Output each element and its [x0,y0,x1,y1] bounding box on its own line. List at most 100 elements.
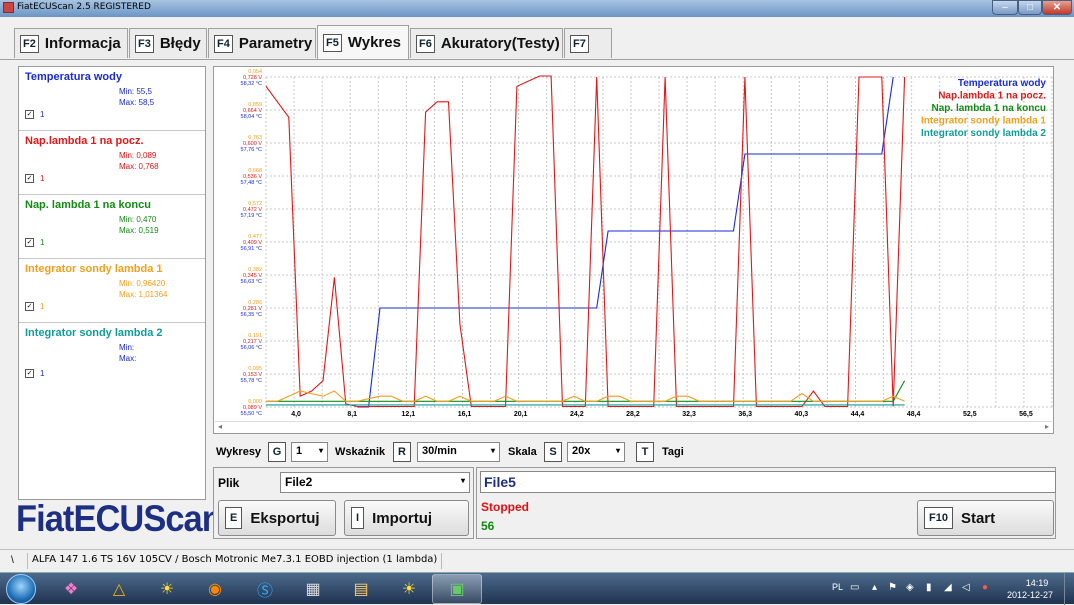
tab-key: F7 [570,34,589,53]
line-chart: 0,9540,728 V58,32 °C0,8590,664 V58,04 °C… [241,69,1053,418]
y-tick-temp: 57,48 °C [241,180,262,186]
sensor-checkbox[interactable]: ✓ [25,238,34,247]
explorer-icon[interactable]: ▤ [336,574,386,604]
tab-f7[interactable]: F7 [564,28,612,58]
tab-bledy[interactable]: F3 Błędy [129,28,207,58]
y-tick-temp: 56,91 °C [241,246,262,252]
maximize-button[interactable]: □ [1018,0,1042,15]
y-tick-temp: 57,19 °C [241,213,262,219]
wykresy-key[interactable]: G [268,442,286,462]
x-tick-label: 40,3 [795,411,809,418]
tagi-label[interactable]: Tagi [662,446,684,458]
sensor-name: Integrator sondy lambda 1 [25,263,163,275]
start-button[interactable] [6,574,36,604]
close-button[interactable]: ✕ [1042,0,1072,15]
file-name-field[interactable]: File5 [480,471,1056,493]
sensor-item: Nap. lambda 1 na koncu Min: 0,470 Max: 0… [19,195,205,259]
tagi-key[interactable]: T [636,442,654,462]
sensor-number: 1 [40,369,45,378]
legend-entry: Temperatura wody [958,78,1047,89]
firefox-icon[interactable]: ◉ [190,574,240,604]
skala-key[interactable]: S [544,442,562,462]
sensor-min: Min: 0,470 [119,215,157,224]
tab-key: F4 [214,34,233,53]
app-logo: FiatECUScan [16,498,223,539]
volume-icon[interactable]: ◁ [962,582,970,593]
tab-key: F5 [323,33,342,52]
flag-icon[interactable]: ⚑ [888,582,897,593]
import-key: I [351,507,365,529]
clock-date[interactable]: 2012-12-27 [1007,590,1053,600]
tab-informacja[interactable]: F2 Informacja [14,28,128,58]
statusbar-backslash: \ [11,555,14,566]
y-tick-temp: 55,78 °C [241,378,262,384]
sensor-item: Integrator sondy lambda 2 Min: Max: ✓ 1 [19,323,205,387]
show-desktop-button[interactable] [1064,573,1074,605]
x-tick-label: 24,2 [570,411,584,418]
scroll-left-icon[interactable]: ◂ [218,422,222,431]
x-tick-label: 8,1 [347,411,357,418]
sensor-checkbox[interactable]: ✓ [25,174,34,183]
start-button[interactable]: F10 Start [917,500,1054,536]
sensor-name: Temperatura wody [25,71,122,83]
sun-app-icon[interactable]: ☀ [142,574,192,604]
sensor-name: Nap. lambda 1 na koncu [25,199,151,211]
wskaznik-key[interactable]: R [393,442,411,462]
x-tick-label: 36,3 [738,411,752,418]
tab-label: Akuratory(Testy) [440,35,560,52]
media-app-icon[interactable]: ❖ [46,574,96,604]
sensor-checkbox[interactable]: ✓ [25,369,34,378]
sensor-checkbox[interactable]: ✓ [25,110,34,119]
fiatecuscan-taskbar-icon[interactable]: ▣ [432,574,482,604]
sensor-max: Max: 0,768 [119,162,159,171]
network-icon[interactable]: ◈ [906,582,914,593]
wskaznik-select[interactable]: 30/min ▾ [417,442,500,462]
plik-select[interactable]: File2 ▾ [280,472,470,493]
warning-app-icon[interactable]: △ [94,574,144,604]
chevron-down-icon: ▾ [490,446,495,455]
skype-icon[interactable]: Ⓢ [240,574,290,604]
wskaznik-label: Wskaźnik [335,446,386,458]
status-bar: \ ALFA 147 1.6 TS 16V 105CV / Bosch Motr… [0,549,1074,570]
alert-icon[interactable]: ● [982,582,988,593]
wykresy-select[interactable]: 1 ▾ [291,442,328,462]
tab-wykres[interactable]: F5 Wykres [317,25,409,59]
plik-label: Plik [218,476,240,490]
x-tick-label: 28,2 [626,411,640,418]
import-label: Importuj [372,509,433,527]
sun-app-icon-2[interactable]: ☀ [384,574,434,604]
tab-parametry[interactable]: F4 Parametry [208,28,316,58]
tray-expand-icon[interactable]: ▴ [872,582,877,593]
wykresy-label: Wykresy [216,446,262,458]
tab-label: Błędy [159,35,201,52]
sensor-checkbox[interactable]: ✓ [25,302,34,311]
skala-select[interactable]: 20x ▾ [567,442,625,462]
sensor-number: 1 [40,302,45,311]
chevron-down-icon: ▾ [318,446,323,455]
x-tick-label: 56,5 [1019,411,1033,418]
tab-akuratory[interactable]: F6 Akuratory(Testy) [410,28,563,58]
legend-entry: Nap.lambda 1 na pocz. [938,91,1046,102]
x-tick-label: 44,4 [851,411,865,418]
skala-value: 20x [572,445,591,457]
minimize-button[interactable]: – [992,0,1018,15]
keyboard-icon[interactable]: ▭ [850,582,859,593]
sensor-max: Max: 58,5 [119,98,155,107]
y-tick-temp: 56,06 °C [241,345,262,351]
language-indicator[interactable]: PL [832,582,843,592]
y-tick-temp: 58,32 °C [241,81,262,87]
import-button[interactable]: I Importuj [344,500,469,536]
clock-time[interactable]: 14:19 [1017,578,1057,588]
battery-icon[interactable]: ▮ [926,582,932,593]
signal-icon[interactable]: ◢ [944,582,952,593]
sensor-item: Nap.lambda 1 na pocz. Min: 0,089 Max: 0,… [19,131,205,195]
sensor-max: Max: 1,01364 [119,290,168,299]
calculator-app-icon[interactable]: ▦ [288,574,338,604]
chart-scrollbar[interactable]: ◂ ▸ [215,421,1052,432]
x-tick-label: 12,1 [402,411,416,418]
tab-bar: F2 Informacja F3 Błędy F4 Parametry F5 Wykre… [0,17,1074,59]
status-panel: File5 Stopped 56 F10 Start [476,467,1056,539]
scroll-right-icon[interactable]: ▸ [1045,422,1049,431]
sensor-number: 1 [40,174,45,183]
export-button[interactable]: E Eksportuj [218,500,336,536]
